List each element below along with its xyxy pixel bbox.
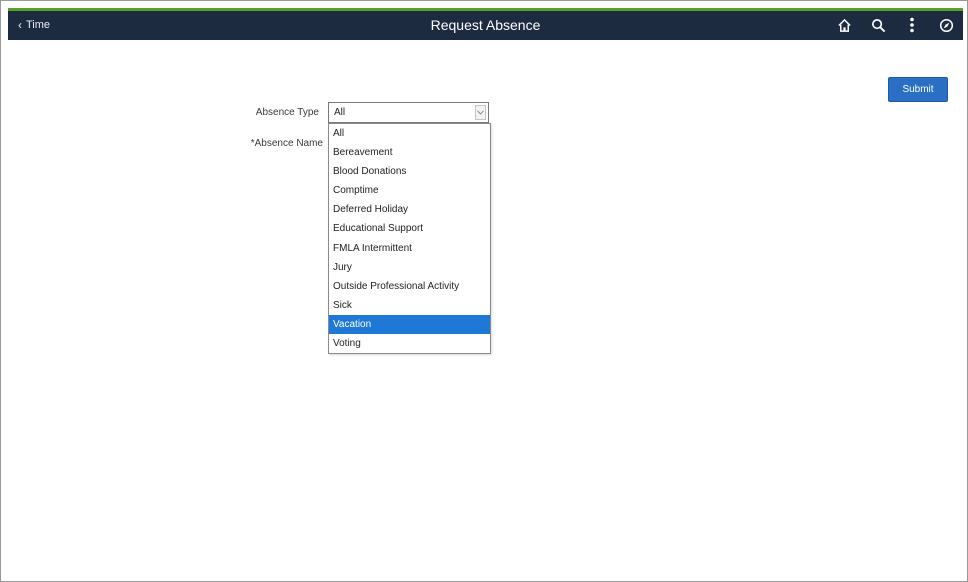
dropdown-option[interactable]: Outside Professional Activity — [329, 277, 490, 296]
chevron-down-icon[interactable] — [475, 105, 486, 120]
dropdown-option[interactable]: All — [329, 124, 490, 143]
home-icon[interactable] — [835, 15, 853, 35]
search-icon[interactable] — [869, 15, 887, 35]
dropdown-option[interactable]: Blood Donations — [329, 162, 490, 181]
absence-type-label: Absence Type — [255, 107, 319, 118]
dropdown-option[interactable]: Vacation — [329, 314, 490, 335]
dropdown-option[interactable]: Bereavement — [329, 143, 490, 162]
app-header: ‹ Time Request Absence — [8, 11, 963, 40]
dropdown-option[interactable]: Jury — [329, 258, 490, 277]
dropdown-option[interactable]: FMLA Intermittent — [329, 239, 490, 258]
header-icons — [835, 15, 955, 35]
absence-type-dropdown-list: All Bereavement Blood Donations Comptime Def… — [328, 123, 491, 354]
absence-type-value: All — [334, 107, 346, 118]
dropdown-option[interactable]: Sick — [329, 296, 490, 315]
dropdown-option[interactable]: Deferred Holiday — [329, 200, 490, 219]
submit-button[interactable]: Submit — [888, 77, 948, 102]
page-frame: ‹ Time Request Absence Submit Absence Ty… — [0, 0, 968, 582]
page-title: Request Absence — [430, 17, 541, 33]
dropdown-option[interactable]: Educational Support — [329, 219, 490, 238]
dropdown-option[interactable]: Comptime — [329, 181, 490, 200]
absence-type-select[interactable]: All — [328, 102, 489, 123]
navbar-icon[interactable] — [937, 15, 955, 35]
dropdown-option[interactable]: Voting — [329, 334, 490, 353]
actions-menu-icon[interactable] — [903, 15, 921, 35]
absence-name-label: *Absence Name — [250, 138, 323, 149]
